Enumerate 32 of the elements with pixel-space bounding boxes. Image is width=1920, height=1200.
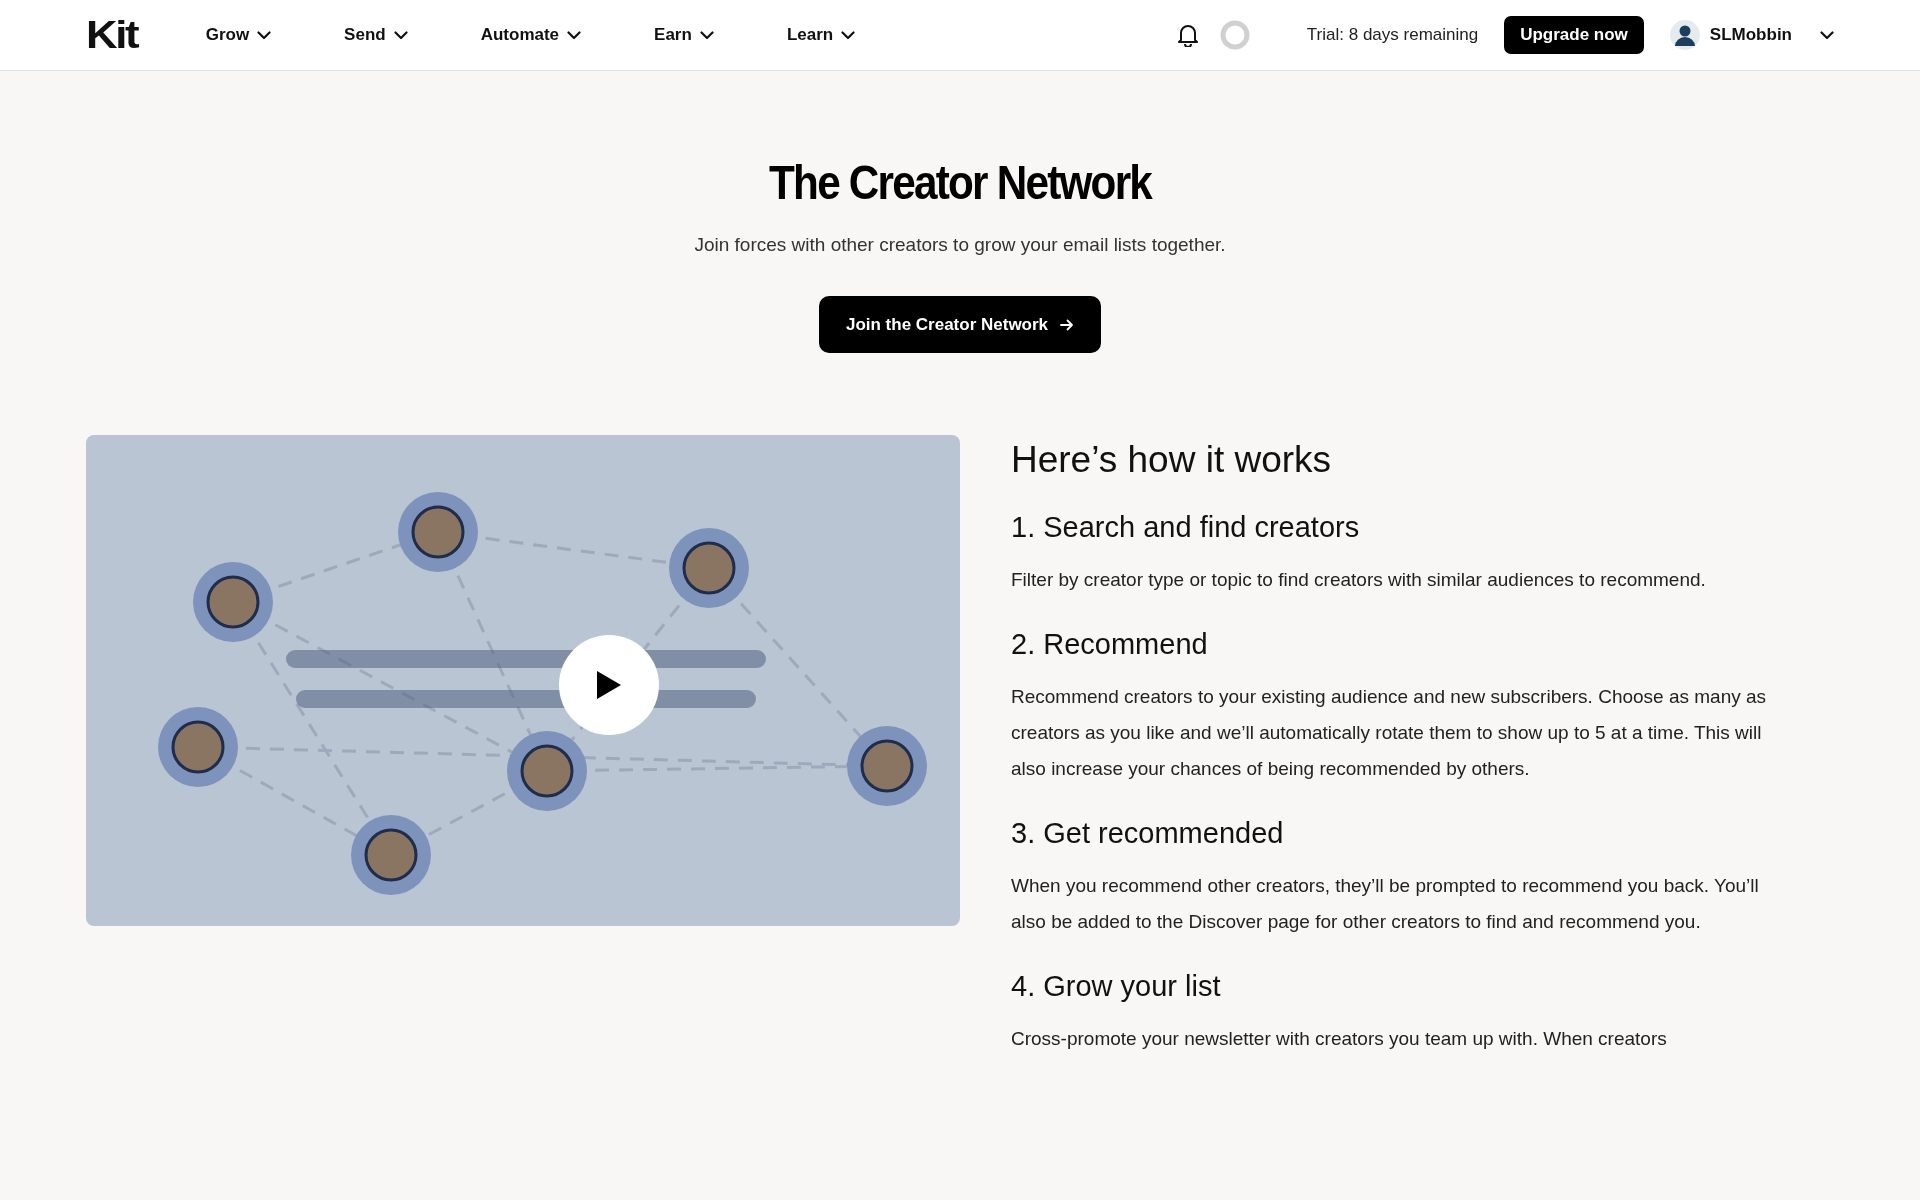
join-network-button[interactable]: Join the Creator Network <box>818 296 1102 353</box>
nav-menu-item[interactable]: Learn <box>751 25 894 45</box>
upgrade-button[interactable]: Upgrade now <box>1504 16 1644 54</box>
page-subtitle: Join forces with other creators to grow your email lists together. <box>694 234 1226 256</box>
user-menu[interactable]: SLMobbin <box>1669 20 1834 50</box>
play-icon <box>595 669 623 701</box>
loading-ring-icon <box>1218 19 1251 51</box>
step-heading: 1. Search and find creators <box>1011 511 1361 544</box>
step-description: Filter by creator type or topic to find creators with similar audiences to recommend. <box>1011 568 1707 592</box>
chevron-down-icon <box>393 30 408 40</box>
step-description: When you recommend other creators, they’ll be prompted to recommend you back. You’ll also be added to the Discover page for other creators to find and recommend you. <box>1011 874 1760 934</box>
nav-menu-item[interactable]: Send <box>309 25 446 45</box>
logo[interactable]: Kit <box>86 13 138 57</box>
step-heading: 2. Recommend <box>1011 628 1209 661</box>
page-title: The Creator Network <box>769 155 1151 210</box>
nav-menu-item[interactable]: Earn <box>619 25 752 45</box>
step-heading: 3. Get recommended <box>1011 817 1285 850</box>
chevron-down-icon <box>257 30 272 40</box>
nav-menu-item[interactable]: Grow <box>170 25 310 45</box>
trial-status: Trial: 8 days remaining <box>1306 25 1479 45</box>
step-description: Recommend creators to your existing audience and new subscribers. Choose as many as creators as you like and we’ll automatically rotate them to show up to 5 at a time. This will also increase your chances of being recommended by others. <box>1011 685 1768 781</box>
section-heading: Here’s how it works <box>1011 439 1333 481</box>
step-description: Cross-promote your newsletter with creators you team up with. When creators <box>1011 1027 1668 1051</box>
chevron-down-icon <box>1820 30 1834 40</box>
chevron-down-icon <box>567 30 582 40</box>
chevron-down-icon <box>841 30 856 40</box>
chevron-down-icon <box>699 30 714 40</box>
arrow-right-icon <box>1060 317 1075 332</box>
nav-menu-item[interactable]: Automate <box>445 25 620 45</box>
avatar-icon <box>1669 20 1700 50</box>
step-heading: 4. Grow your list <box>1011 970 1222 1003</box>
bell-icon[interactable] <box>1176 23 1199 47</box>
